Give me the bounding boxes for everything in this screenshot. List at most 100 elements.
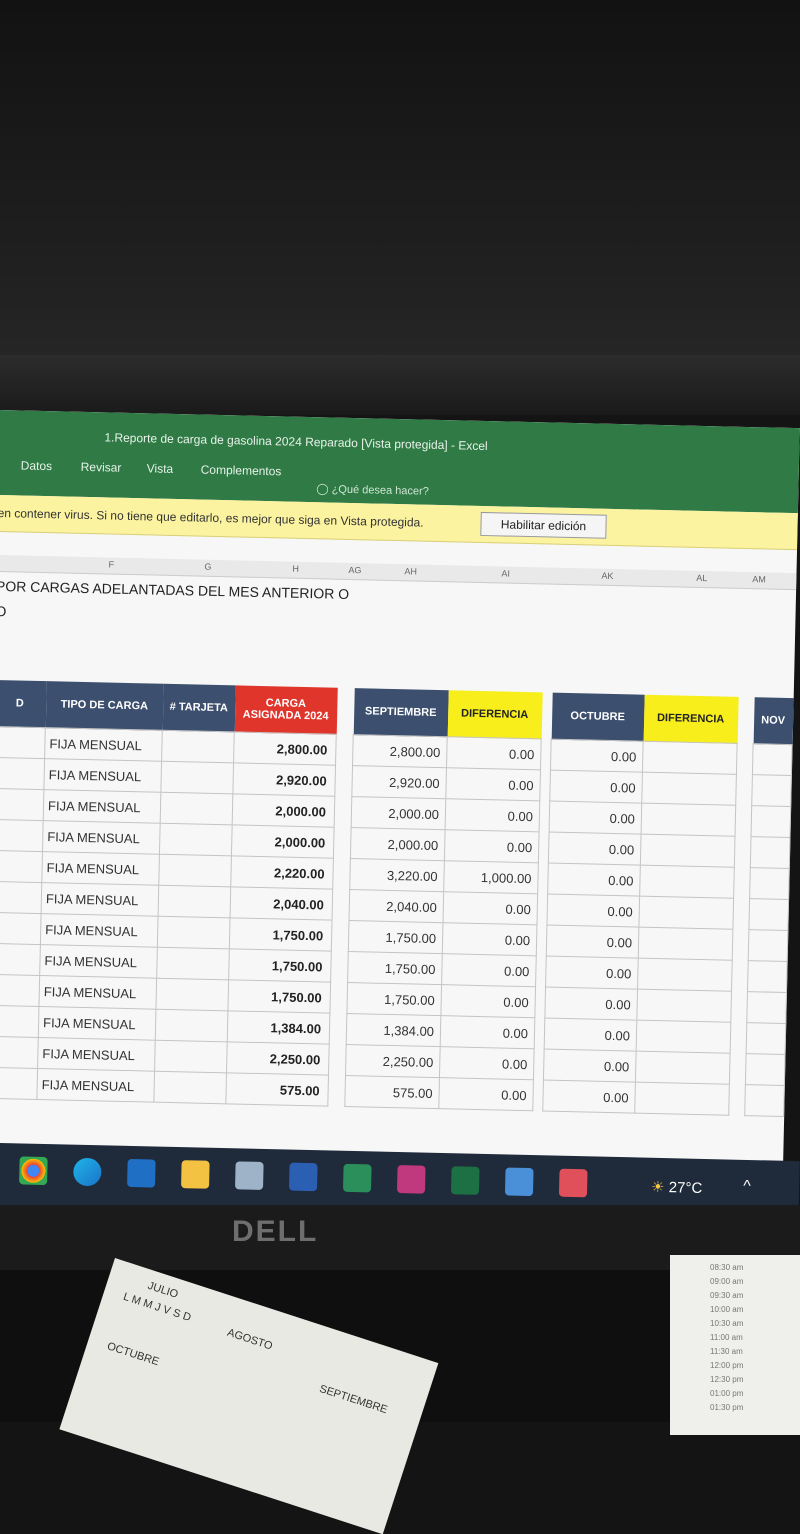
cell-d[interactable]	[0, 850, 43, 883]
cell-septiembre[interactable]: 3,220.00	[349, 858, 445, 892]
cell-carga-asignada[interactable]: 1,750.00	[229, 917, 333, 952]
cell-diferencia[interactable]: 0.00	[441, 953, 537, 987]
cell-diferencia[interactable]	[641, 772, 737, 806]
column-letter[interactable]: G	[204, 562, 211, 572]
cell-noviembre[interactable]	[750, 836, 791, 869]
menu-vista[interactable]: Vista	[147, 461, 174, 476]
cell-carga-asignada[interactable]: 2,800.00	[233, 731, 337, 766]
cell-octubre[interactable]: 0.00	[544, 1018, 637, 1052]
cell-carga-asignada[interactable]: 2,040.00	[230, 886, 333, 921]
cell-diferencia[interactable]: 0.00	[445, 798, 540, 832]
cell-d[interactable]	[0, 788, 44, 821]
cell-tipo-carga[interactable]: FIJA MENSUAL	[41, 882, 159, 917]
cell-diferencia[interactable]: 0.00	[446, 736, 542, 770]
cell-septiembre[interactable]: 1,750.00	[346, 982, 442, 1016]
cell-d[interactable]	[0, 1067, 38, 1100]
cell-octubre[interactable]: 0.00	[547, 863, 641, 897]
cell-tarjeta[interactable]	[160, 761, 234, 794]
cell-septiembre[interactable]: 2,000.00	[351, 796, 446, 830]
cell-tarjeta[interactable]	[158, 854, 232, 887]
cell-carga-asignada[interactable]: 2,920.00	[232, 762, 336, 797]
enable-editing-button[interactable]: Habilitar edición	[480, 511, 607, 539]
cell-septiembre[interactable]: 1,384.00	[346, 1013, 441, 1047]
menu-datos[interactable]: Datos	[21, 458, 53, 473]
cell-diferencia[interactable]: 0.00	[439, 1046, 535, 1080]
cell-tipo-carga[interactable]: FIJA MENSUAL	[39, 944, 158, 979]
header-diferencia-sept[interactable]: DIFERENCIA	[447, 690, 543, 739]
cell-d[interactable]	[0, 943, 41, 976]
cell-d[interactable]	[0, 974, 40, 1007]
outlook-icon[interactable]	[127, 1158, 156, 1188]
cell-octubre[interactable]: 0.00	[542, 1080, 636, 1114]
cell-tipo-carga[interactable]: FIJA MENSUAL	[41, 851, 160, 886]
cell-tipo-carga[interactable]: FIJA MENSUAL	[38, 1006, 156, 1041]
cell-octubre[interactable]: 0.00	[549, 770, 643, 804]
cell-septiembre[interactable]: 1,750.00	[348, 920, 443, 954]
column-letter[interactable]: AL	[696, 573, 707, 583]
cell-carga-asignada[interactable]: 1,384.00	[227, 1010, 330, 1045]
cell-diferencia[interactable]	[638, 896, 734, 930]
cell-d[interactable]	[0, 1036, 39, 1069]
cell-septiembre[interactable]: 2,800.00	[352, 734, 448, 768]
cell-noviembre[interactable]	[745, 1053, 786, 1086]
cell-tarjeta[interactable]	[161, 730, 235, 763]
cell-carga-asignada[interactable]: 1,750.00	[227, 979, 331, 1014]
cell-septiembre[interactable]: 1,750.00	[347, 951, 443, 985]
cell-carga-asignada[interactable]: 2,250.00	[226, 1041, 330, 1076]
cell-tipo-carga[interactable]: FIJA MENSUAL	[40, 913, 159, 948]
cell-noviembre[interactable]	[748, 898, 789, 931]
cell-tarjeta[interactable]	[157, 916, 231, 949]
cell-noviembre[interactable]	[746, 1022, 786, 1055]
chrome-icon[interactable]	[19, 1156, 48, 1186]
cell-tipo-carga[interactable]: FIJA MENSUAL	[44, 727, 163, 762]
cell-diferencia[interactable]	[638, 927, 733, 961]
cell-diferencia[interactable]: 1,000.00	[443, 860, 539, 894]
cell-diferencia[interactable]: 0.00	[442, 891, 538, 925]
cell-noviembre[interactable]	[746, 991, 787, 1024]
cell-tarjeta[interactable]	[156, 947, 230, 980]
remote-icon[interactable]	[558, 1168, 588, 1198]
cell-d[interactable]	[0, 912, 42, 945]
cell-noviembre[interactable]	[747, 960, 788, 993]
cell-diferencia[interactable]	[634, 1082, 730, 1116]
cell-octubre[interactable]: 0.00	[543, 1049, 637, 1083]
tray-chevron[interactable]: ^	[743, 1178, 751, 1196]
column-letter[interactable]: AK	[601, 571, 613, 581]
cell-octubre[interactable]: 0.00	[546, 894, 640, 928]
cell-diferencia[interactable]: 0.00	[442, 922, 537, 956]
cell-diferencia[interactable]	[636, 989, 732, 1023]
weather-widget[interactable]: ☀ 27°C	[651, 1178, 703, 1197]
cell-diferencia[interactable]	[635, 1051, 731, 1085]
cell-carga-asignada[interactable]: 2,000.00	[232, 793, 335, 828]
cell-carga-asignada[interactable]: 1,750.00	[228, 948, 332, 983]
app-icon[interactable]	[396, 1165, 426, 1194]
tell-me-search[interactable]: ◯ ¿Qué desea hacer?	[316, 482, 429, 498]
menu-complementos[interactable]: Complementos	[201, 463, 282, 479]
cell-tipo-carga[interactable]: FIJA MENSUAL	[37, 1037, 156, 1072]
menu-revisar[interactable]: Revisar	[81, 460, 122, 475]
cell-diferencia[interactable]: 0.00	[444, 829, 540, 863]
cell-diferencia[interactable]: 0.00	[438, 1077, 534, 1111]
cell-tipo-carga[interactable]: FIJA MENSUAL	[43, 789, 161, 824]
column-letter[interactable]: H	[292, 564, 299, 574]
cell-tipo-carga[interactable]: FIJA MENSUAL	[38, 975, 157, 1010]
header-noviembre[interactable]: NOV	[753, 697, 794, 745]
cell-octubre[interactable]: 0.00	[545, 956, 639, 990]
header-octubre[interactable]: OCTUBRE	[551, 692, 645, 742]
cell-septiembre[interactable]: 2,040.00	[349, 889, 444, 923]
cell-octubre[interactable]: 0.00	[550, 739, 644, 773]
calculator-icon[interactable]	[504, 1167, 534, 1197]
column-letter[interactable]: AG	[348, 565, 361, 575]
cell-d[interactable]	[0, 819, 44, 852]
header-carga-asignada[interactable]: CARGA ASIGNADA 2024	[234, 685, 338, 735]
cell-diferencia[interactable]	[636, 1020, 731, 1054]
cell-tarjeta[interactable]	[155, 1009, 228, 1042]
header-septiembre[interactable]: SEPTIEMBRE	[353, 688, 449, 737]
cell-d[interactable]	[0, 726, 46, 759]
cell-tipo-carga[interactable]: FIJA MENSUAL	[43, 758, 162, 793]
cell-octubre[interactable]: 0.00	[546, 925, 639, 959]
column-letter[interactable]: AM	[752, 574, 766, 584]
cell-tipo-carga[interactable]: FIJA MENSUAL	[42, 820, 161, 855]
cell-octubre[interactable]: 0.00	[544, 987, 638, 1021]
header-d[interactable]: D	[0, 679, 47, 728]
